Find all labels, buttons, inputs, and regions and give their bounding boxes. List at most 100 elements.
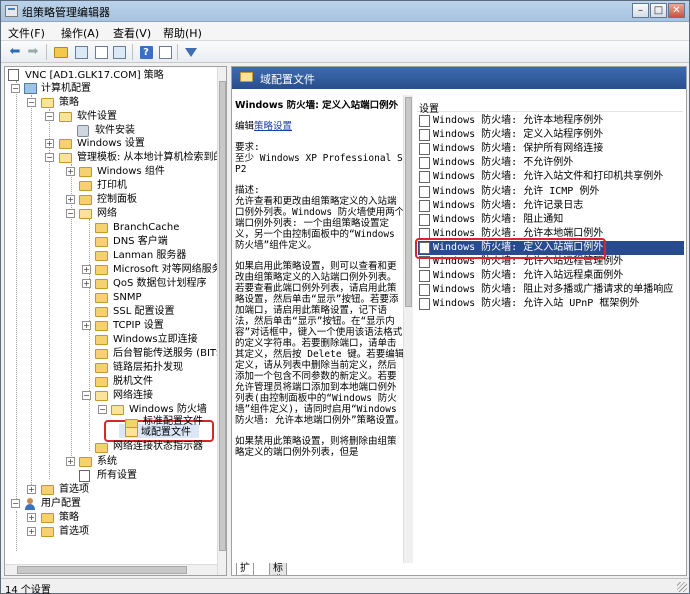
tree-snmp[interactable]: SNMP [113, 291, 142, 304]
help-button[interactable]: ? [138, 44, 154, 60]
tree-all-settings[interactable]: 所有设置 [97, 469, 137, 482]
expander[interactable]: − [27, 98, 36, 107]
tree-network-connections[interactable]: 网络连接 [113, 389, 153, 402]
console-tree[interactable]: VNC [AD1.GLK17.COM] 策略 − 计算机配置 − 策略 − 软件… [4, 66, 227, 576]
export-list-button[interactable] [93, 44, 109, 60]
description-scrollbar[interactable] [403, 95, 413, 563]
setting-row[interactable]: Windows 防火墙: 允许 ICMP 例外 [418, 185, 684, 199]
expander[interactable]: − [82, 391, 91, 400]
menu-help[interactable]: 帮助(H) [163, 25, 202, 41]
setting-row[interactable]: Windows 防火墙: 允许入站文件和打印机共享例外 [418, 170, 684, 184]
maximize-button[interactable]: □ [650, 3, 667, 18]
tree-windows-components[interactable]: Windows 组件 [97, 165, 165, 178]
tree-bits[interactable]: 后台智能传送服务 (BITS) [113, 347, 226, 360]
user-icon [24, 498, 36, 510]
tree-tcpip[interactable]: TCPIP 设置 [113, 319, 164, 332]
setting-row[interactable]: Windows 防火墙: 允许入站远程桌面例外 [418, 269, 684, 283]
expander[interactable]: + [27, 485, 36, 494]
tab-standard[interactable]: 标准 [269, 563, 287, 575]
menu-file[interactable]: 文件(F) [8, 25, 45, 41]
setting-row[interactable]: Windows 防火墙: 允许入站 UPnP 框架例外 [418, 297, 684, 311]
tree-user-config[interactable]: 用户配置 [41, 497, 81, 510]
tab-extended[interactable]: 扩展 [236, 563, 254, 575]
tree-branchcache[interactable]: BranchCache [113, 221, 179, 234]
tree-domain-profile[interactable]: 域配置文件 [141, 426, 191, 439]
edit-policy-link[interactable]: 策略设置 [254, 121, 292, 132]
setting-row[interactable]: Windows 防火墙: 保护所有网络连接 [418, 142, 684, 156]
tree-windows-connect-now[interactable]: Windows立即连接 [113, 333, 198, 346]
setting-row[interactable]: Windows 防火墙: 阻止通知 [418, 213, 684, 227]
tree-software-install[interactable]: 软件安装 [95, 124, 135, 137]
filter-icon [185, 47, 197, 57]
tree-policies[interactable]: 策略 [59, 96, 79, 109]
tree-ms-p2p[interactable]: Microsoft 对等网络服务 [113, 263, 222, 276]
close-button[interactable]: ✕ [668, 3, 685, 18]
filter-button[interactable] [183, 44, 199, 60]
setting-row[interactable]: Windows 防火墙: 不允许例外 [418, 156, 684, 170]
properties-button[interactable] [111, 44, 127, 60]
expander[interactable]: − [45, 153, 54, 162]
tree-lanman-server[interactable]: Lanman 服务器 [113, 249, 186, 262]
tree-ssl[interactable]: SSL 配置设置 [113, 305, 174, 318]
expander[interactable]: + [66, 195, 75, 204]
expander[interactable]: − [11, 84, 20, 93]
tree-qos[interactable]: QoS 数据包计划程序 [113, 277, 207, 290]
tree-control-panel[interactable]: 控制面板 [97, 193, 137, 206]
expander[interactable]: + [82, 321, 91, 330]
setting-row[interactable]: Windows 防火墙: 允许本地程序例外 [418, 114, 684, 128]
folder-icon [95, 349, 108, 359]
expander[interactable]: + [45, 139, 54, 148]
tree-horizontal-scrollbar[interactable] [5, 564, 217, 575]
tree-software-settings[interactable]: 软件设置 [77, 110, 117, 123]
tree-windows-settings[interactable]: Windows 设置 [77, 137, 145, 150]
tree-root[interactable]: VNC [AD1.GLK17.COM] 策略 [25, 69, 164, 82]
forward-arrow-icon: ➡ [27, 44, 39, 59]
tree-printers[interactable]: 打印机 [97, 179, 127, 192]
folder-icon [59, 153, 72, 163]
setting-row[interactable]: Windows 防火墙: 阻止对多播或广播请求的单播响应 [418, 283, 684, 297]
settings-column-header[interactable]: 设置 [417, 100, 683, 115]
tree-lltd[interactable]: 链路层拓扑发现 [113, 361, 183, 374]
resize-grip[interactable] [677, 582, 687, 592]
tree-admin-templates[interactable]: 管理模板: 从本地计算机检索到的 [77, 151, 224, 164]
expander[interactable]: + [82, 279, 91, 288]
expander[interactable]: − [66, 209, 75, 218]
tree-computer-config[interactable]: 计算机配置 [41, 82, 91, 95]
folder-icon [95, 377, 108, 387]
expander[interactable]: − [11, 499, 20, 508]
minimize-button[interactable]: – [632, 3, 649, 18]
setting-row[interactable]: Windows 防火墙: 允许记录日志 [418, 199, 684, 213]
toolbar: ⬅ ➡ ? [1, 41, 689, 63]
console-button[interactable] [157, 44, 173, 60]
tree-preferences[interactable]: 首选项 [59, 483, 89, 496]
tree-vertical-scrollbar[interactable] [217, 67, 226, 575]
title-bar[interactable]: 组策略管理编辑器 – □ ✕ [1, 1, 689, 22]
tree-user-policies[interactable]: 策略 [59, 511, 79, 524]
expander[interactable]: + [66, 167, 75, 176]
forward-button[interactable]: ➡ [25, 44, 41, 60]
tree-user-preferences[interactable]: 首选项 [59, 525, 89, 538]
menu-action[interactable]: 操作(A) [61, 25, 99, 41]
scroll-thumb[interactable] [17, 566, 187, 574]
expander[interactable]: + [27, 513, 36, 522]
expander[interactable]: − [98, 405, 107, 414]
folder-icon [59, 112, 72, 122]
setting-row[interactable]: Windows 防火墙: 定义入站程序例外 [418, 128, 684, 142]
menu-view[interactable]: 查看(V) [113, 25, 151, 41]
expander[interactable]: + [66, 457, 75, 466]
extended-description: Windows 防火墙: 定义入站端口例外 编辑策略设置 要求: 至少 Windo… [235, 100, 405, 570]
tree-network[interactable]: 网络 [97, 207, 117, 220]
up-one-level-button[interactable] [53, 44, 69, 60]
expander[interactable]: + [82, 265, 91, 274]
tree-offline-files[interactable]: 脱机文件 [113, 375, 153, 388]
expander[interactable]: − [45, 112, 54, 121]
show-hide-tree-button[interactable] [73, 44, 89, 60]
scroll-thumb[interactable] [219, 81, 226, 551]
scroll-thumb[interactable] [405, 97, 412, 307]
tree-ncsi[interactable]: 网络连接状态指示器 [113, 440, 203, 453]
tree-system[interactable]: 系统 [97, 455, 117, 468]
properties-icon [112, 45, 126, 59]
expander[interactable]: + [27, 527, 36, 536]
back-button[interactable]: ⬅ [7, 44, 23, 60]
tree-dns-client[interactable]: DNS 客户端 [113, 235, 168, 248]
